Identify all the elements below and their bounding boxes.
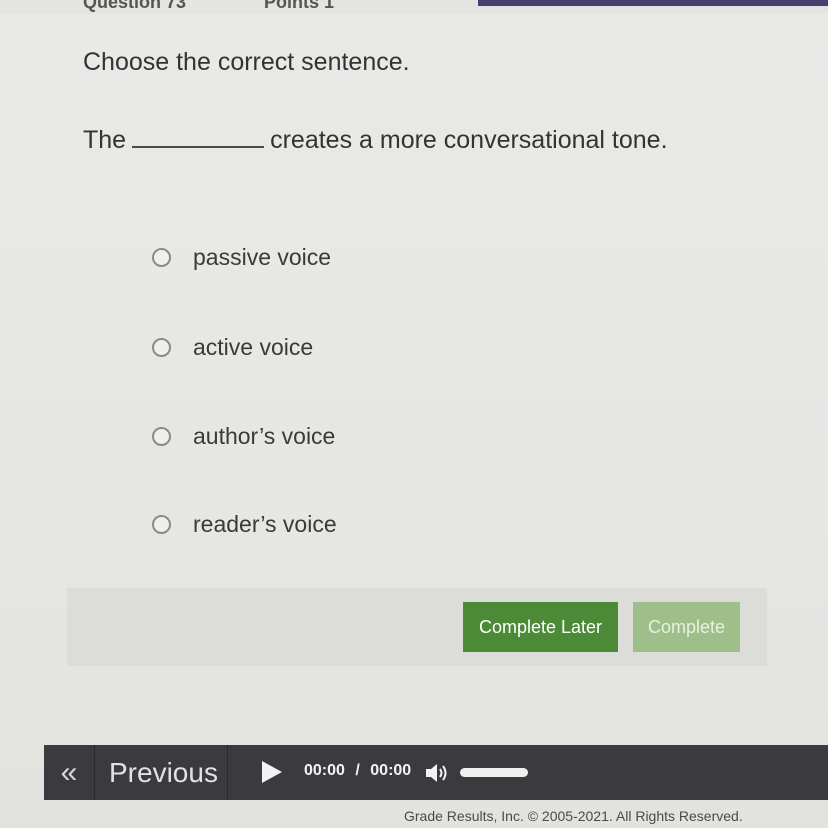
top-accent-strip: [478, 0, 828, 6]
answer-option-label: active voice: [193, 334, 314, 360]
radio-icon[interactable]: [152, 427, 171, 446]
complete-later-button[interactable]: Complete Later: [463, 602, 618, 652]
volume-slider[interactable]: [460, 768, 528, 777]
stem-suffix: creates a more conversational tone.: [270, 126, 668, 154]
current-time: 00:00: [304, 762, 345, 779]
complete-button[interactable]: Complete: [633, 602, 740, 652]
fill-in-blank: [132, 126, 265, 148]
points-label: Points 1: [264, 0, 335, 12]
radio-icon[interactable]: [152, 515, 171, 534]
question-stem: The creates a more conversational tone.: [83, 126, 668, 155]
answer-option-passive-voice[interactable]: passive voice: [152, 244, 331, 271]
time-readout: 00:00 / 00:00: [304, 762, 411, 780]
radio-icon[interactable]: [152, 338, 171, 357]
answer-option-active-voice[interactable]: active voice: [152, 334, 313, 361]
answer-option-label: reader’s voice: [193, 511, 337, 537]
answer-option-label: passive voice: [193, 244, 332, 270]
time-separator: /: [355, 762, 360, 779]
speaker-icon[interactable]: [424, 760, 450, 786]
play-icon[interactable]: [262, 761, 282, 783]
double-chevron-left-icon[interactable]: «: [44, 745, 95, 800]
question-instruction: Choose the correct sentence.: [83, 48, 410, 76]
stem-prefix: The: [83, 126, 127, 154]
answer-option-readers-voice[interactable]: reader’s voice: [152, 511, 337, 538]
previous-button[interactable]: Previous: [95, 745, 228, 800]
radio-icon[interactable]: [152, 248, 171, 267]
total-time: 00:00: [370, 762, 412, 779]
answer-option-label: author’s voice: [193, 423, 336, 449]
answer-option-authors-voice[interactable]: author’s voice: [152, 423, 335, 450]
quiz-page: Question 73 Points 1 Choose the correct …: [0, 0, 828, 828]
question-number-label: Question 73: [83, 0, 187, 12]
copyright-footer: Grade Results, Inc. © 2005-2021. All Rig…: [404, 808, 743, 824]
